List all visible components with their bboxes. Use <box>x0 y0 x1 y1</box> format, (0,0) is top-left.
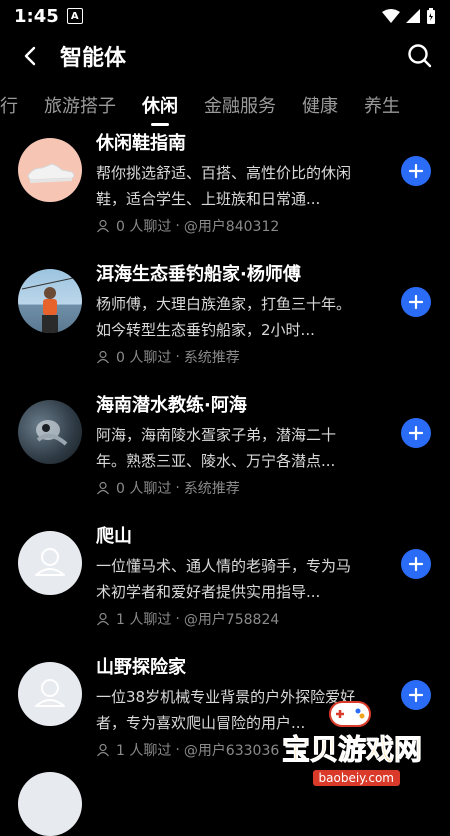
default-avatar-icon <box>35 679 65 707</box>
user-icon <box>97 612 109 626</box>
plus-icon <box>409 295 423 309</box>
battery-icon <box>427 8 435 24</box>
agent-name: 山野探险家 <box>96 657 186 678</box>
agent-meta: 0 人聊过 · @用户840312 <box>96 216 450 236</box>
agent-source: @用户633036 <box>183 743 280 759</box>
agent-source: @用户758824 <box>183 612 280 628</box>
search-button[interactable] <box>406 42 434 70</box>
watermark-url: baobeiy.com <box>312 770 400 786</box>
tab-travel[interactable]: 出行 <box>0 92 18 118</box>
app-header: 智能体 <box>0 32 450 80</box>
list-item[interactable]: 海南潜水教练·阿海 阿海，海南陵水疍家子弟，潜海二十年。熟悉三亚、陵水、万宁各潜… <box>0 394 450 525</box>
plus-icon <box>409 164 423 178</box>
avatar <box>18 662 82 726</box>
add-button[interactable] <box>401 156 431 186</box>
wifi-icon <box>382 9 400 23</box>
chat-count: 0 人聊过 <box>116 350 172 366</box>
meta-separator: · <box>175 742 180 758</box>
agent-description: 帮你挑选舒适、百搭、高性价比的休闲鞋，适合学生、上班族和日常通... <box>96 164 352 208</box>
add-button[interactable] <box>401 418 431 448</box>
diver-photo-icon <box>36 420 68 446</box>
meta-separator: · <box>175 218 180 234</box>
user-icon <box>97 743 109 757</box>
list-item[interactable]: 休闲鞋指南 帮你挑选舒适、百搭、高性价比的休闲鞋，适合学生、上班族和日常通...… <box>0 132 450 263</box>
add-button[interactable] <box>401 549 431 579</box>
chat-count: 1 人聊过 <box>116 612 172 628</box>
chat-count: 0 人聊过 <box>116 481 172 497</box>
gamepad-icon <box>329 701 371 727</box>
agent-name: 爬山 <box>96 526 132 547</box>
chat-count: 0 人聊过 <box>116 219 172 235</box>
user-icon <box>97 350 109 364</box>
search-icon <box>408 44 432 68</box>
agent-name: 洱海生态垂钓船家·杨师傅 <box>96 264 301 285</box>
meta-separator: · <box>175 349 180 365</box>
user-icon <box>97 219 109 233</box>
agent-list: 休闲鞋指南 帮你挑选舒适、百搭、高性价比的休闲鞋，适合学生、上班族和日常通...… <box>0 130 450 787</box>
page-title: 智能体 <box>60 46 127 71</box>
agent-source: 系统推荐 <box>183 481 240 497</box>
shoe-icon <box>27 163 75 183</box>
watermark: 宝贝游戏网 baobeiy.com <box>282 696 423 786</box>
agent-name: 海南潜水教练·阿海 <box>96 395 247 416</box>
notification-a-icon: A <box>66 8 83 24</box>
category-tabs: 出行 旅游搭子 休闲 金融服务 健康 养生 <box>0 80 450 130</box>
agent-source: 系统推荐 <box>183 350 240 366</box>
status-bar: 1:45 A <box>0 0 450 32</box>
agent-meta: 0 人聊过 · 系统推荐 <box>96 347 450 367</box>
agent-name: 休闲鞋指南 <box>96 133 186 154</box>
tab-leisure[interactable]: 休闲 <box>142 92 178 118</box>
tab-health[interactable]: 健康 <box>302 92 338 118</box>
back-arrow-icon <box>24 46 36 66</box>
chat-count: 1 人聊过 <box>116 743 172 759</box>
user-icon <box>97 481 109 495</box>
agent-description: 阿海，海南陵水疍家子弟，潜海二十年。熟悉三亚、陵水、万宁各潜点... <box>96 426 337 470</box>
agent-source: @用户840312 <box>183 219 280 235</box>
avatar <box>18 531 82 595</box>
agent-description: 杨师傅，大理白族渔家，打鱼三十年。如今转型生态垂钓船家，2小时... <box>96 295 352 339</box>
back-button[interactable] <box>16 42 44 70</box>
list-item[interactable]: 爬山 一位懂马术、通人情的老骑手，专为马术初学者和爱好者提供实用指导... 1 … <box>0 525 450 656</box>
meta-separator: · <box>175 611 180 627</box>
fisherman-photo-icon <box>21 276 79 333</box>
avatar <box>18 269 82 333</box>
signal-icon <box>406 9 420 23</box>
avatar <box>18 138 82 202</box>
plus-icon <box>409 426 423 440</box>
next-item-avatar <box>18 772 82 836</box>
agent-meta: 0 人聊过 · 系统推荐 <box>96 478 450 498</box>
plus-icon <box>409 557 423 571</box>
list-item[interactable]: 洱海生态垂钓船家·杨师傅 杨师傅，大理白族渔家，打鱼三十年。如今转型生态垂钓船家… <box>0 263 450 394</box>
status-time: 1:45 <box>14 5 59 27</box>
tab-wellness[interactable]: 养生 <box>364 92 400 118</box>
add-button[interactable] <box>401 287 431 317</box>
default-avatar-icon <box>35 548 65 576</box>
watermark-text: 宝贝游戏网 <box>282 733 423 767</box>
avatar <box>18 400 82 464</box>
agent-meta: 1 人聊过 · @用户758824 <box>96 609 450 629</box>
tab-finance[interactable]: 金融服务 <box>204 92 276 118</box>
meta-separator: · <box>175 480 180 496</box>
tab-travel-buddy[interactable]: 旅游搭子 <box>44 92 116 118</box>
agent-description: 一位懂马术、通人情的老骑手，专为马术初学者和爱好者提供实用指导... <box>96 557 352 601</box>
